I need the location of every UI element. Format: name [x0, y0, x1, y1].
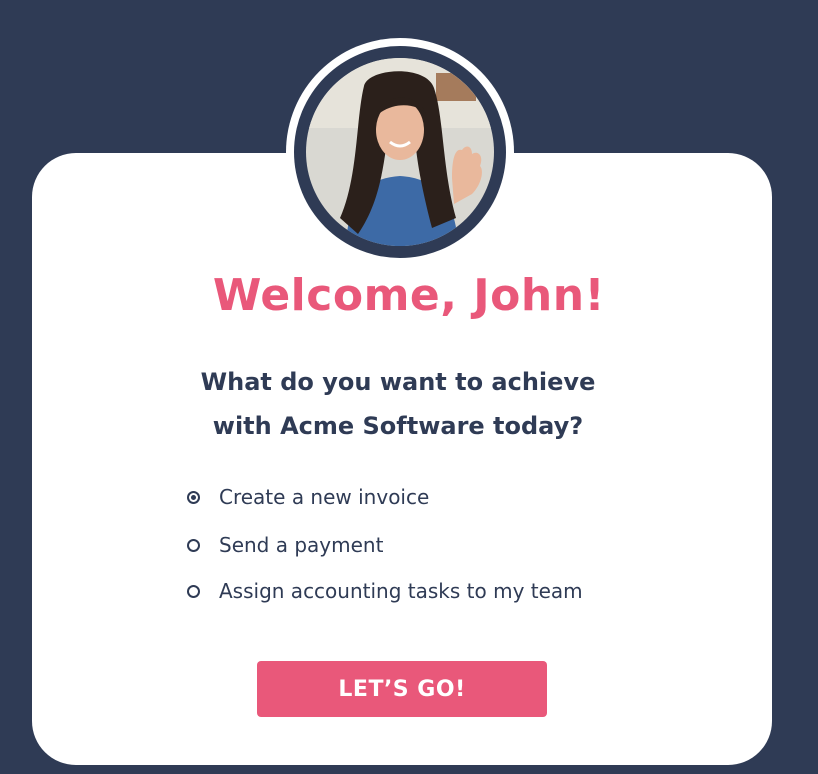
option-assign-tasks[interactable]: Assign accounting tasks to my team	[187, 576, 583, 606]
option-label: Send a payment	[219, 533, 384, 557]
option-send-payment[interactable]: Send a payment	[187, 530, 583, 560]
radio-unselected-icon[interactable]	[187, 584, 200, 598]
option-label: Assign accounting tasks to my team	[219, 579, 583, 603]
welcome-title: Welcome, John!	[212, 270, 606, 321]
question-line-1: What do you want to achieve	[200, 368, 596, 396]
radio-unselected-icon[interactable]	[187, 538, 200, 552]
avatar-ring	[286, 38, 514, 266]
goal-options: Create a new invoice Send a payment Assi…	[187, 482, 583, 624]
option-create-invoice[interactable]: Create a new invoice	[187, 482, 583, 512]
question-text: What do you want to achieve with Acme So…	[0, 360, 796, 448]
avatar	[294, 46, 506, 258]
lets-go-button[interactable]: LET’S GO!	[257, 661, 547, 717]
radio-selected-icon[interactable]	[187, 490, 200, 504]
user-photo-icon	[306, 58, 494, 246]
question-line-2: with Acme Software today?	[212, 412, 584, 440]
option-label: Create a new invoice	[219, 485, 430, 509]
